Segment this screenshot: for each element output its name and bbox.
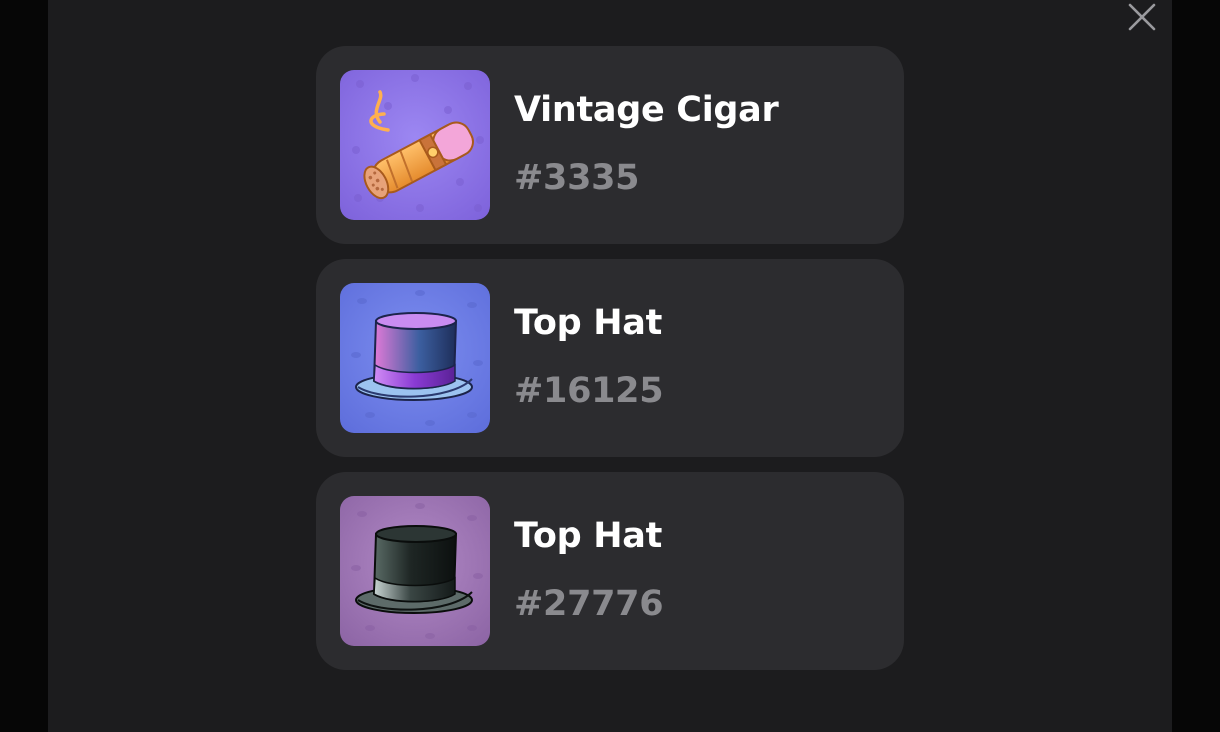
gift-name: Top Hat [514,516,663,556]
cigar-icon [340,70,490,220]
gift-thumbnail [340,283,490,433]
gift-name: Vintage Cigar [514,90,779,130]
gift-name: Top Hat [514,303,663,343]
gift-card-item[interactable]: Vintage Cigar #3335 [316,46,904,244]
gift-list-modal: Vintage Cigar #3335 Top Hat #16125 Top H… [48,0,1172,732]
gift-number: #27776 [514,584,664,624]
close-button[interactable] [1124,0,1160,34]
close-icon [1128,3,1156,31]
gift-card-item[interactable]: Top Hat #27776 [316,472,904,670]
top-hat-icon [340,496,490,646]
top-hat-icon [340,283,490,433]
gift-thumbnail [340,496,490,646]
gift-number: #3335 [514,158,640,198]
gift-card-item[interactable]: Top Hat #16125 [316,259,904,457]
gift-number: #16125 [514,371,664,411]
gift-thumbnail [340,70,490,220]
